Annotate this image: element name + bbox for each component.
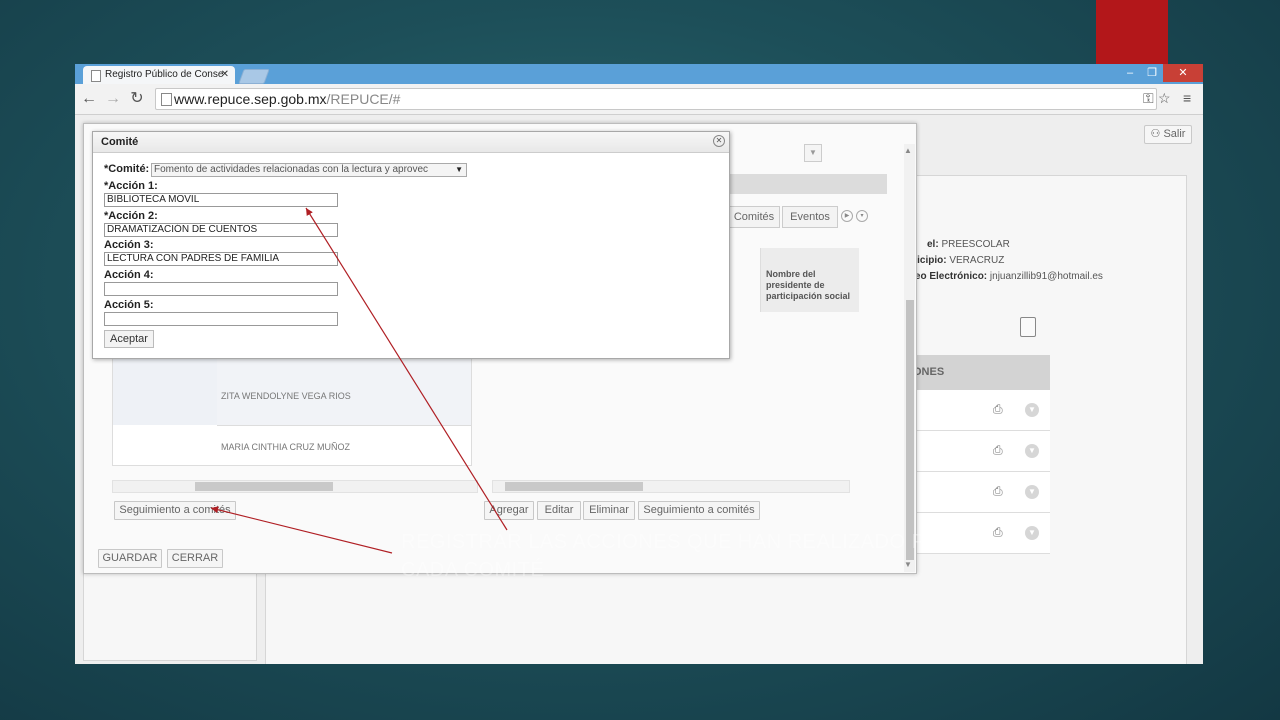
arrow-to-seguimiento-button (210, 506, 393, 554)
annotation-arrows (210, 207, 508, 554)
annotation-text: REGISTRAR LAS ACCIONES QUE HAN REALIZADO… (401, 531, 957, 581)
arrow-to-accion-field (305, 207, 508, 531)
